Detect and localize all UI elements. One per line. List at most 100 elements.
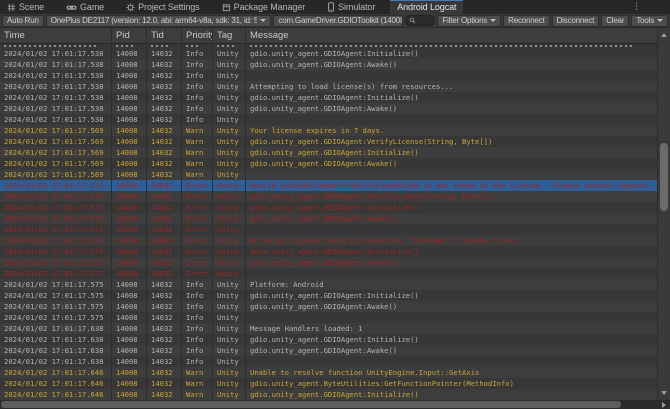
filter-options-dropdown[interactable]: Filter Options (437, 15, 501, 27)
log-time: 2024/01/02 17:01:17.569 (0, 125, 112, 136)
log-row[interactable]: 2024/01/02 17:01:17.573 14008 14032 Erro… (0, 257, 657, 268)
scroll-up-icon[interactable] (661, 33, 667, 37)
tab-game[interactable]: Game (59, 0, 111, 14)
column-header-pid[interactable]: Pid (112, 28, 147, 43)
log-row[interactable]: 2024/01/02 17:01:17.573 14008 14032 Erro… (0, 180, 657, 191)
log-message: Unable to resolve function UnityEngine.I… (246, 367, 657, 378)
log-pid: 14008 (112, 378, 147, 389)
log-row[interactable]: 2024/01/02 17:01:17.538 14008 14032 Info… (0, 48, 657, 59)
clear-button[interactable]: Clear (601, 15, 629, 27)
log-row[interactable]: 2024/01/02 17:01:17.573 14008 14032 Erro… (0, 191, 657, 202)
log-priority: Warn (182, 136, 213, 147)
column-header-message[interactable]: Message (246, 28, 657, 43)
log-tag: Unity (213, 312, 246, 323)
log-tag: Unity (213, 279, 246, 290)
log-message (246, 268, 657, 279)
horizontal-scrollbar-thumb[interactable] (1, 401, 621, 408)
log-priority: Warn (182, 169, 213, 180)
log-time: 2024/01/02 17:01:17.538 (0, 114, 112, 125)
log-row[interactable]: 2024/01/02 17:01:17.569 14008 14032 Warn… (0, 169, 657, 180)
log-row[interactable]: 2024/01/02 17:01:17.573 14008 14032 Erro… (0, 268, 657, 279)
log-tid: 14032 (147, 48, 182, 59)
auto-run-toggle[interactable]: Auto Run (2, 15, 44, 27)
tools-dropdown[interactable]: Tools (631, 15, 668, 27)
tab-label: Game (80, 2, 104, 12)
log-row[interactable]: 2024/01/02 17:01:17.573 14008 14032 Erro… (0, 224, 657, 235)
column-header-tid[interactable]: Tid (147, 28, 182, 43)
log-row[interactable]: 2024/01/02 17:01:17.573 14008 14032 Erro… (0, 202, 657, 213)
tab-package-manager[interactable]: Package Manager (215, 0, 313, 14)
log-time: 2024/01/02 17:01:17.573 (0, 235, 112, 246)
log-message: gdio.unity_agent.GDIOAgent:Initialize() (246, 202, 657, 213)
log-row[interactable]: 2024/01/02 17:01:17.538 14008 14032 Info… (0, 114, 657, 125)
log-tid: 14032 (147, 356, 182, 367)
search-input[interactable] (418, 16, 432, 25)
log-message: gdio.unity_agent.GDIOAgent:Awake() (246, 345, 657, 356)
log-tid: 14032 (147, 147, 182, 158)
log-message: gdio.unity_agent.GDIOAgent:Initialize() (246, 290, 657, 301)
vertical-scrollbar-thumb[interactable] (660, 143, 668, 211)
column-header-time[interactable]: Time (0, 28, 112, 43)
log-row[interactable]: 2024/01/02 17:01:17.573 14008 14032 Erro… (0, 246, 657, 257)
log-time: 2024/01/02 17:01:17.638 (0, 323, 112, 334)
search-box[interactable] (405, 15, 436, 26)
log-time: 2024/01/02 17:01:17.573 (0, 180, 112, 191)
log-row[interactable]: 2024/01/02 17:01:17.646 14008 14032 Warn… (0, 367, 657, 378)
log-row[interactable]: 2024/01/02 17:01:17.569 14008 14032 Warn… (0, 136, 657, 147)
log-row[interactable]: 2024/01/02 17:01:17.575 14008 14032 Info… (0, 312, 657, 323)
log-row[interactable]: 2024/01/02 17:01:17.638 14008 14032 Info… (0, 334, 657, 345)
package-dropdown[interactable]: com.GameDriver.GDIOToolkit (14008) (273, 15, 402, 27)
log-row[interactable]: 2024/01/02 17:01:17.638 14008 14032 Info… (0, 323, 657, 334)
log-row[interactable]: 2024/01/02 17:01:17.538 14008 14032 Info… (0, 103, 657, 114)
log-time: 2024/01/02 17:01:17.575 (0, 279, 112, 290)
log-priority: Warn (182, 147, 213, 158)
log-row[interactable]: 2024/01/02 17:01:17.575 14008 14032 Info… (0, 279, 657, 290)
log-message: gdio.unity_agent.GDIOAgent:Initialize() (246, 147, 657, 158)
log-row[interactable]: 2024/01/02 17:01:17.538 14008 14032 Info… (0, 70, 657, 81)
device-dropdown[interactable]: OnePlus DE2117 (version: 12.0, abi: arm6… (46, 15, 272, 27)
reconnect-button[interactable]: Reconnect (503, 15, 549, 27)
log-row[interactable]: 2024/01/02 17:01:17.573 14008 14032 Erro… (0, 235, 657, 246)
log-row[interactable]: 2024/01/02 17:01:17.646 14008 14032 Warn… (0, 389, 657, 400)
log-message: Platform: Android (246, 279, 657, 290)
log-message: gdio.unity_agent.GDIOAgent:Awake() (246, 59, 657, 70)
log-row[interactable]: 2024/01/02 17:01:17.638 14008 14032 Info… (0, 356, 657, 367)
log-row[interactable]: 2024/01/02 17:01:17.569 14008 14032 Warn… (0, 125, 657, 136)
vertical-scrollbar[interactable] (657, 28, 670, 400)
log-tid: 14032 (147, 103, 182, 114)
log-row[interactable]: 2024/01/02 17:01:17.569 14008 14032 Warn… (0, 158, 657, 169)
tab-project-settings[interactable]: Project Settings (119, 0, 206, 14)
log-row[interactable]: 2024/01/02 17:01:17.638 14008 14032 Info… (0, 345, 657, 356)
kebab-menu-icon[interactable]: ⋮ (629, 0, 644, 14)
log-row[interactable]: 2024/01/02 17:01:17.575 14008 14032 Info… (0, 301, 657, 312)
scrollbar-corner[interactable] (657, 400, 670, 409)
log-time: 2024/01/02 17:01:17.573 (0, 268, 112, 279)
horizontal-scrollbar[interactable] (0, 400, 657, 409)
disconnect-button[interactable]: Disconnect (552, 15, 600, 27)
log-message (246, 224, 657, 235)
log-row[interactable]: 2024/01/02 17:01:17.538 14008 14032 Info… (0, 92, 657, 103)
tab-android-logcat[interactable]: Android Logcat (390, 0, 463, 14)
column-header-priority[interactable]: Priority (182, 28, 213, 43)
log-row[interactable]: 2024/01/02 17:01:17.538 14008 14032 Info… (0, 59, 657, 70)
log-row[interactable]: 2024/01/02 17:01:17.569 14008 14032 Warn… (0, 147, 657, 158)
log-tag: Unity (213, 169, 246, 180)
column-header-tag[interactable]: Tag (213, 28, 246, 43)
log-tag: Unity (213, 92, 246, 103)
log-row[interactable]: 2024/01/02 17:01:17.573 14008 14032 Erro… (0, 213, 657, 224)
tab-simulator[interactable]: Simulator (320, 0, 382, 14)
scroll-down-icon[interactable] (661, 391, 667, 395)
log-row[interactable]: 2024/01/02 17:01:17.646 14008 14032 Warn… (0, 378, 657, 389)
log-row[interactable]: 2024/01/02 17:01:17.575 14008 14032 Info… (0, 290, 657, 301)
log-time: 2024/01/02 17:01:17.538 (0, 70, 112, 81)
log-tag: Unity (213, 158, 246, 169)
log-tid: 14032 (147, 213, 182, 224)
log-time: 2024/01/02 17:01:17.573 (0, 202, 112, 213)
log-message: gdio.unity_agent.GDIOAgent:Initialize() (246, 92, 657, 103)
log-row[interactable]: 2024/01/02 17:01:17.538 14008 14032 Info… (0, 81, 657, 92)
log-pid: 14008 (112, 202, 147, 213)
tab-scene[interactable]: Scene (0, 0, 51, 14)
log-pid: 14008 (112, 235, 147, 246)
log-message (246, 114, 657, 125)
log-message (246, 312, 657, 323)
